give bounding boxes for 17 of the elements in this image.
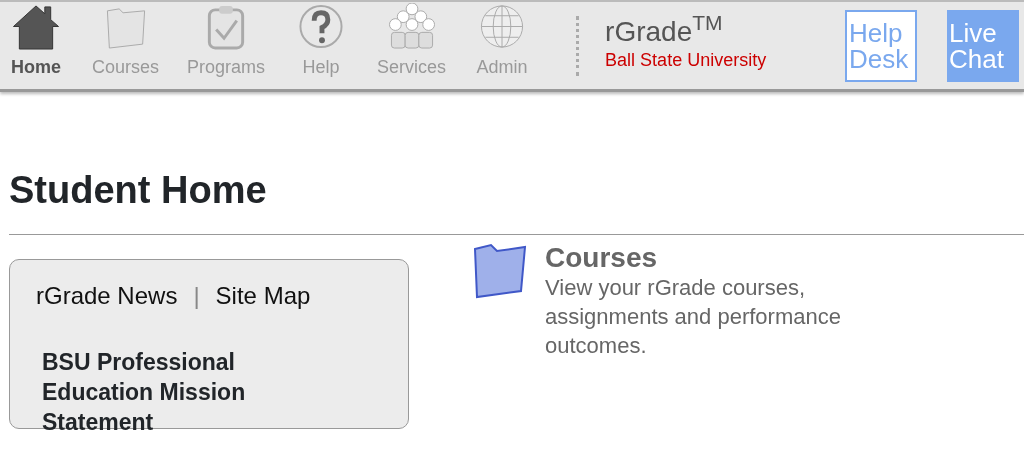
panel-heading: BSU Professional Education Mission Statement	[41, 347, 247, 437]
live-chat-button[interactable]: Live Chat	[947, 9, 1020, 82]
section-description: View your rGrade courses, assignments and performance outcomes.	[545, 274, 842, 360]
separator: |	[193, 280, 200, 311]
toolbar-tab[interactable]: Home	[8, 2, 64, 89]
toolbar-tab[interactable]: Help	[293, 2, 350, 89]
panel-link[interactable]: rGrade News	[36, 277, 178, 314]
section-title[interactable]: Courses	[545, 240, 915, 275]
toolbar-tab[interactable]: Courses	[92, 2, 160, 89]
app-name: rGrade$^{TM}$	[605, 16, 724, 48]
university-name: Ball State University	[605, 49, 768, 73]
panel-link[interactable]: Site Map	[215, 277, 311, 314]
toolbar-tab[interactable]: Services	[377, 2, 447, 89]
toolbar-tab[interactable]: Programs	[187, 2, 266, 89]
page-title: Student Home	[9, 170, 268, 212]
help-desk-button[interactable]: Help Desk	[845, 9, 918, 82]
toolbar-tab[interactable]: Admin	[474, 2, 531, 89]
